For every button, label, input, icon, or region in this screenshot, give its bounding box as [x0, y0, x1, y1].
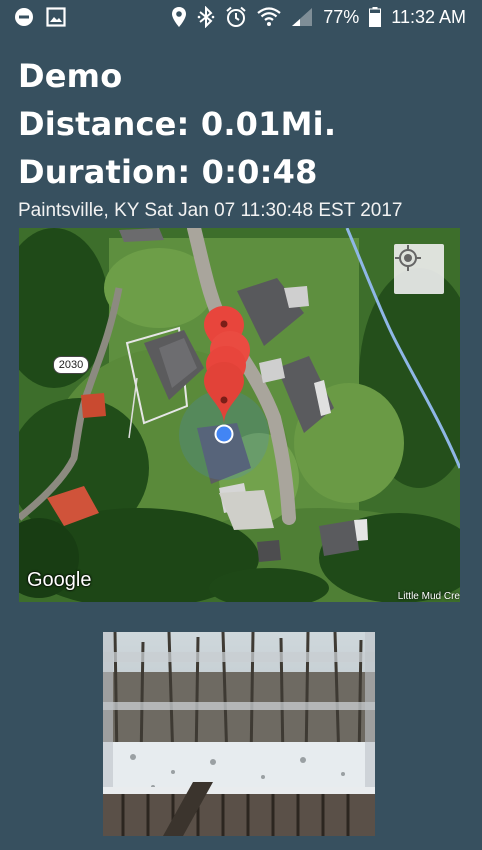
trip-photo[interactable]	[103, 632, 375, 836]
status-right-icons: 77% 11:32 AM	[171, 6, 482, 28]
alarm-icon	[225, 6, 247, 28]
trip-distance: Distance: 0.01Mi.	[18, 105, 337, 143]
battery-percent: 77%	[323, 6, 360, 27]
clock: 11:32 AM	[391, 6, 466, 27]
trip-title: Demo	[18, 57, 123, 95]
location-icon	[171, 6, 187, 28]
signal-icon	[291, 7, 313, 27]
wifi-icon	[257, 7, 281, 27]
status-bar: 77% 11:32 AM	[0, 0, 482, 34]
creek-label: Little Mud Cre	[397, 591, 460, 602]
my-location-button[interactable]	[394, 244, 444, 294]
do-not-disturb-icon	[14, 7, 34, 27]
road-shield: 2030	[53, 356, 89, 374]
gallery-icon	[46, 7, 66, 27]
status-left-icons	[0, 7, 66, 27]
snow-deck-photo	[103, 632, 375, 836]
trip-summary: Demo Distance: 0.01Mi. Duration: 0:0:48	[18, 52, 336, 196]
google-attribution: Google	[27, 569, 92, 591]
trip-duration: Duration: 0:0:48	[18, 153, 318, 191]
battery-icon	[369, 7, 382, 27]
bluetooth-icon	[197, 6, 215, 28]
map-view[interactable]: 2030 Google Little Mud Cre	[19, 228, 460, 602]
location-timestamp: Paintsville, KY Sat Jan 07 11:30:48 EST …	[18, 200, 403, 221]
